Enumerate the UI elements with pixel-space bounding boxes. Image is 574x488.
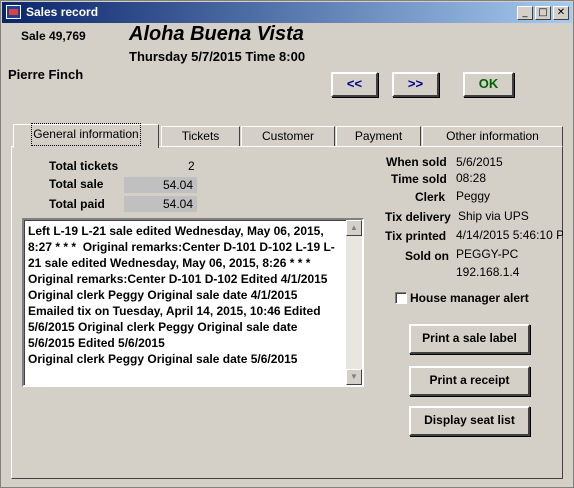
total-sale-field: 54.04 [124,177,197,193]
tix-printed-value: 4/14/2015 5:46:10 P [456,228,563,242]
sold-on-value: PEGGY-PC [456,247,519,261]
print-sale-label-button[interactable]: Print a sale label [409,324,530,354]
scroll-down-icon[interactable]: ▼ [346,369,362,385]
tab-payment[interactable]: Payment [336,126,421,147]
clerk-value: Peggy [456,189,491,203]
when-sold-label: When sold [386,155,447,169]
remarks-text: Left L-19 L-21 sale edited Wednesday, Ma… [28,224,335,366]
tab-label: Payment [354,129,403,143]
tab-customer[interactable]: Customer [241,126,335,147]
total-paid-label: Total paid [49,197,105,211]
maximize-icon[interactable]: □ [535,6,551,20]
patron-name: Pierre Finch [8,67,84,82]
time-sold-value: 08:28 [456,171,487,185]
event-date: Thursday 5/7/2015 Time 8:00 [129,49,306,64]
window-title: Sales record [26,5,99,19]
print-receipt-button[interactable]: Print a receipt [409,366,530,396]
total-tickets-value: 2 [188,159,195,173]
tab-tickets[interactable]: Tickets [161,126,240,147]
tix-delivery-value: Ship via UPS [458,209,529,223]
remarks-textarea[interactable]: Left L-19 L-21 sale edited Wednesday, Ma… [22,218,364,387]
event-title: Aloha Buena Vista [129,23,304,45]
sold-on-ip: 192.168.1.4 [456,265,520,279]
sales-record-window: Sales record _ □ ✕ Sale 49,769 Aloha Bue… [0,0,574,488]
tab-bar: General information Tickets Customer Pay… [11,123,563,148]
total-paid-field: 54.04 [124,196,197,212]
when-sold-value: 5/6/2015 [456,155,503,169]
minimize-icon[interactable]: _ [517,6,533,20]
title-bar[interactable]: Sales record _ □ ✕ [2,2,572,23]
total-sale-label: Total sale [49,177,104,191]
previous-record-button[interactable]: << [331,72,378,97]
time-sold-label: Time sold [391,172,447,186]
remarks-scrollbar[interactable]: ▲ ▼ [346,220,362,385]
tix-delivery-label: Tix delivery [385,210,451,224]
display-seat-list-button[interactable]: Display seat list [409,406,530,436]
close-icon[interactable]: ✕ [553,6,569,20]
tab-other-information[interactable]: Other information [422,126,563,147]
total-tickets-label: Total tickets [49,159,119,173]
tix-printed-label: Tix printed [385,229,447,243]
tab-general-information[interactable]: General information [13,123,159,148]
house-manager-alert-checkbox[interactable] [395,292,407,304]
tab-label: General information [31,123,141,146]
tab-label: Tickets [181,129,220,143]
scroll-up-icon[interactable]: ▲ [346,220,362,236]
house-manager-alert-label[interactable]: House manager alert [410,291,529,305]
clerk-label: Clerk [415,190,446,204]
app-icon [6,5,21,19]
next-record-button[interactable]: >> [392,72,439,97]
tab-label: Customer [261,129,314,143]
tab-label: Other information [446,129,539,143]
sale-number: Sale 49,769 [21,29,86,43]
ok-button[interactable]: OK [463,72,514,97]
sold-on-label: Sold on [405,249,449,263]
